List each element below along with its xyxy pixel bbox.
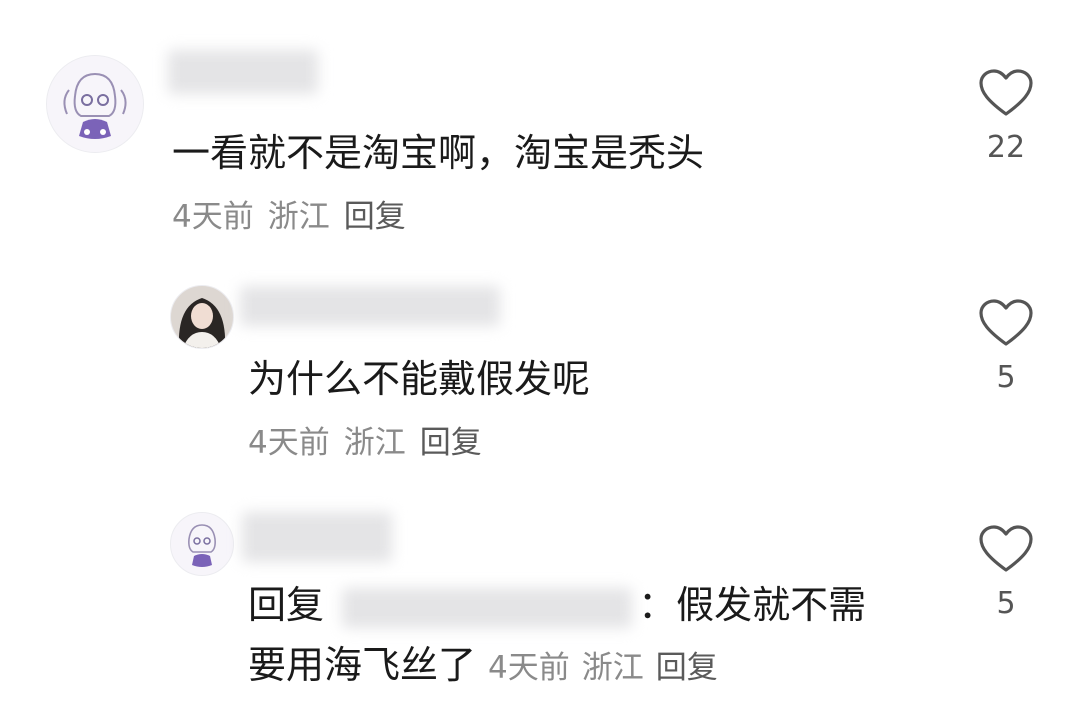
comment-meta: 4天前 浙江 回复 [172,198,420,236]
commenter-avatar[interactable] [170,285,234,349]
comment-location: 浙江 [267,199,330,235]
reply-prefix: 回复 [248,583,325,627]
comment-list: 一看就不是淘宝啊，淘宝是秃头 4天前 浙江 回复 22 为什么不能戴假发呢 4天前浙… [0,0,1080,703]
reply-target-blurred[interactable] [342,587,633,628]
reply-colon: ： [638,583,677,627]
commenter-avatar[interactable] [46,55,144,153]
reply-button[interactable]: 回复 [344,199,406,235]
comment-meta: 4天前 浙江 回复 [488,650,730,686]
heart-icon [979,299,1033,346]
like-button[interactable]: 22 [976,68,1036,166]
username-blurred[interactable] [240,286,500,326]
comment-text: 回复 ：假发就不需 [248,582,866,628]
anime-avatar-icon [171,513,233,575]
comment-text-line2: 要用海飞丝了 [248,643,477,687]
comment-text-line2-wrap: 要用海飞丝了 4天前 浙江 回复 [248,642,730,691]
comment-text: 为什么不能戴假发呢 [248,357,591,401]
comment-text: 一看就不是淘宝啊，淘宝是秃头 [172,131,705,175]
username-blurred[interactable] [242,512,392,562]
photo-avatar-icon [171,286,233,348]
comment-text-line1: 假发就不需 [676,583,867,627]
username-blurred[interactable] [168,50,318,94]
comment-location: 浙江 [581,650,644,686]
comment-location: 浙江 [343,425,406,461]
heart-icon [979,525,1033,572]
comment-time: 4天前 [488,650,570,686]
like-button[interactable]: 5 [976,524,1036,622]
reply-button[interactable]: 回复 [656,650,718,686]
like-count: 5 [996,586,1016,621]
anime-avatar-icon [47,56,143,152]
like-count: 5 [996,360,1016,395]
reply-button[interactable]: 回复 [420,425,482,461]
like-count: 22 [986,130,1026,165]
like-button[interactable]: 5 [976,298,1036,396]
comment-time: 4天前 [248,425,330,461]
comment-time: 4天前 [172,199,254,235]
heart-icon [979,69,1033,116]
comment-meta: 4天前 浙江 回复 [248,424,496,462]
commenter-avatar[interactable] [170,512,234,576]
